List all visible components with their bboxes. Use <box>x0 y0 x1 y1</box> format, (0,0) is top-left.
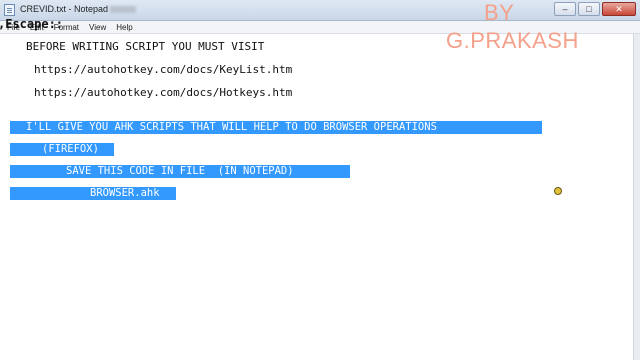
editor-line-visit: BEFORE WRITING SCRIPT YOU MUST VISIT <box>26 40 265 53</box>
vertical-scrollbar[interactable] <box>633 34 640 360</box>
editor-line-keylist-url: https://autohotkey.com/docs/KeyList.htm <box>34 63 293 76</box>
mouse-cursor-icon <box>554 187 562 195</box>
selected-line-ahk-scripts: I'LL GIVE YOU AHK SCRIPTS THAT WILL HELP… <box>10 121 542 134</box>
selected-line-save-code: SAVE THIS CODE IN FILE (IN NOTEPAD) <box>10 165 350 178</box>
menu-help[interactable]: Help <box>111 23 137 32</box>
editor-line-hotkeys-url: https://autohotkey.com/docs/Hotkeys.htm <box>34 86 293 99</box>
window-controls: – □ ✕ <box>554 2 636 16</box>
escape-overlay-text: ,Escape:: <box>0 17 64 31</box>
window-title-label: CREVID.txt - Notepad <box>20 4 109 14</box>
window-title: CREVID.txt - Notepad <box>20 4 137 14</box>
byline-by: BY <box>484 0 515 25</box>
notepad-icon <box>4 4 15 16</box>
text-editor[interactable]: BEFORE WRITING SCRIPT YOU MUST VISIT htt… <box>0 34 634 360</box>
blurred-title-region <box>110 6 137 14</box>
selected-line-firefox: (FIREFOX) <box>10 143 114 156</box>
selected-line-browser-ahk: BROWSER.ahk <box>10 187 176 200</box>
close-button[interactable]: ✕ <box>602 2 636 16</box>
menu-view[interactable]: View <box>84 23 111 32</box>
maximize-button[interactable]: □ <box>578 2 600 16</box>
minimize-button[interactable]: – <box>554 2 576 16</box>
byline-author: G.PRAKASH <box>446 28 579 53</box>
title-bar: CREVID.txt - Notepad – □ ✕ <box>0 0 640 21</box>
